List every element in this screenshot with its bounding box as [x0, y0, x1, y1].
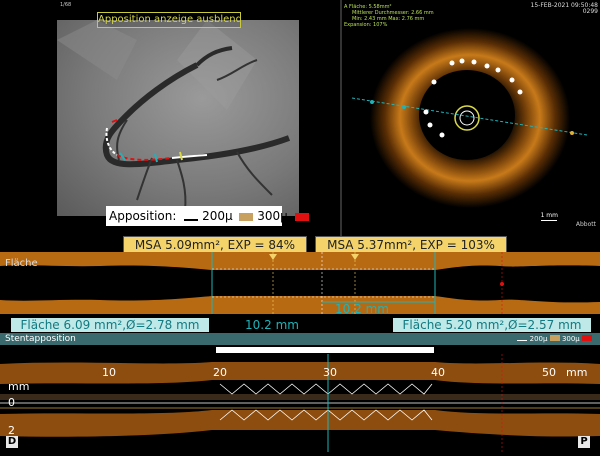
- oct-frame-number: 0299: [582, 8, 598, 15]
- apposition-segment: [216, 347, 434, 353]
- distal-reference-measurement: Fläche 6.09 mm²,Ø=2.78 mm: [11, 318, 209, 332]
- distal-marker: D: [6, 436, 18, 448]
- area-profile-graph: [0, 252, 600, 314]
- apposition-legend: Apposition: 200µ 300µ: [106, 206, 309, 226]
- scale-label: 1 mm: [540, 212, 558, 219]
- legend-red-swatch: [294, 212, 309, 221]
- bar-legend-200: 200µ: [529, 335, 548, 343]
- y-tick-0: 0: [8, 396, 15, 409]
- oct-stats: A Fläche: 5.58mm² Mittlerer Durchmesser:…: [344, 4, 434, 28]
- bar-legend-tan-swatch: [549, 335, 560, 341]
- bar-legend-300: 300µ: [561, 335, 580, 343]
- area-label: Fläche: [5, 258, 38, 269]
- proximal-marker: P: [578, 436, 590, 448]
- longitudinal-image: [0, 354, 600, 452]
- frame-id: 1/68: [60, 2, 72, 8]
- segment-length-label: 10.2 mm: [335, 302, 389, 316]
- legend-tan-swatch: [239, 212, 254, 221]
- tick-40: 40: [431, 366, 445, 379]
- toggle-apposition-button[interactable]: Apposition anzeige ausblenden: [97, 12, 241, 28]
- oct-image: [351, 28, 588, 208]
- tick-30: 30: [323, 366, 337, 379]
- stent-apposition-legend: 200µ 300µ: [517, 334, 592, 344]
- legend-white-swatch: [184, 213, 199, 221]
- proximal-reference-measurement: Fläche 5.20 mm²,Ø=2.57 mm: [393, 318, 591, 332]
- x-axis-unit: mm: [566, 366, 588, 379]
- stent-length-measurement: 10.2 mm: [245, 318, 299, 332]
- oct-cross-section-panel: A Fläche: 5.58mm² Mittlerer Durchmesser:…: [342, 0, 600, 236]
- brand-logo: Abbott: [575, 221, 596, 228]
- stent-apposition-bar[interactable]: [0, 333, 600, 345]
- tick-50: 50: [542, 366, 556, 379]
- bar-legend-white-swatch: [517, 336, 528, 341]
- vessel-drawing: [57, 20, 291, 211]
- area-profile[interactable]: [0, 252, 600, 314]
- apposition-legend-label: Apposition:: [109, 209, 177, 223]
- angiography-panel: 1/68 Apposition anzeige ausblenden Appos…: [0, 0, 340, 236]
- scale-line: [540, 220, 557, 221]
- legend-300-label: 300µ: [257, 209, 288, 223]
- oct-expansion: Expansion: 107%: [344, 22, 388, 28]
- stent-apposition-label: Stentapposition: [5, 334, 76, 344]
- legend-200-label: 200µ: [202, 209, 233, 223]
- oct-scale-bar: 1 mm: [540, 212, 558, 221]
- bar-legend-red-swatch: [582, 335, 592, 341]
- tick-10: 10: [102, 366, 116, 379]
- y-axis-unit: mm: [8, 380, 30, 393]
- angiography-image: [57, 20, 299, 216]
- longitudinal-view[interactable]: 10 20 30 40 50 mm mm 0 2 D P: [0, 354, 600, 452]
- tick-20: 20: [213, 366, 227, 379]
